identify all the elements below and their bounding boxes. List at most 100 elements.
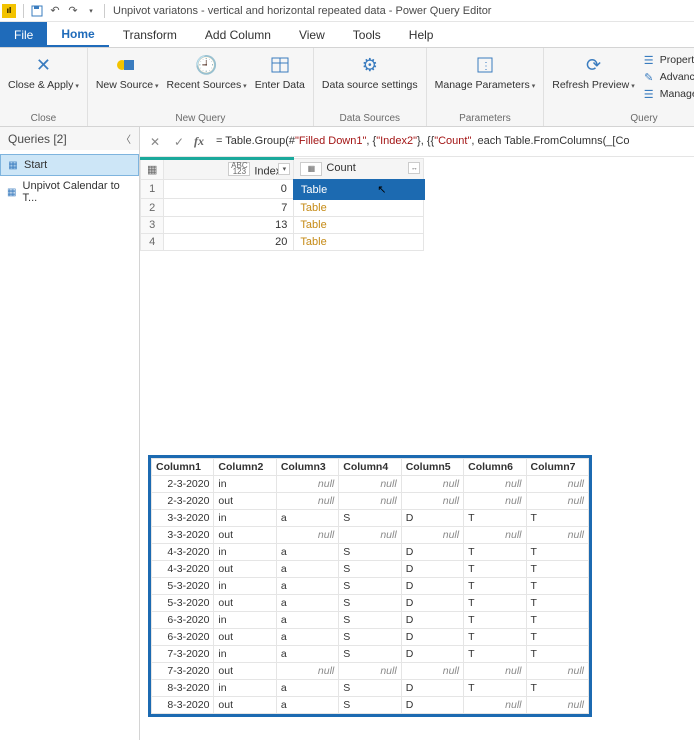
preview-cell[interactable]: T xyxy=(464,595,526,612)
preview-cell[interactable]: D xyxy=(401,612,463,629)
preview-cell[interactable]: null xyxy=(464,527,526,544)
preview-cell[interactable]: null xyxy=(276,493,338,510)
preview-cell[interactable]: T xyxy=(464,629,526,646)
filter-dropdown-icon[interactable]: ▾ xyxy=(278,163,290,175)
preview-cell[interactable]: out xyxy=(214,663,276,680)
preview-cell[interactable]: a xyxy=(276,578,338,595)
preview-cell[interactable]: out xyxy=(214,493,276,510)
preview-column-header[interactable]: Column6 xyxy=(464,459,526,476)
preview-cell[interactable]: T xyxy=(526,680,588,697)
preview-cell[interactable]: null xyxy=(339,476,401,493)
preview-cell[interactable]: in xyxy=(214,646,276,663)
preview-cell[interactable]: S xyxy=(339,646,401,663)
preview-row[interactable]: 4-3-2020inaSDTT xyxy=(152,544,589,561)
cell-table-link[interactable]: Table xyxy=(294,216,424,233)
queries-header[interactable]: Queries [2]〈 xyxy=(0,127,139,150)
preview-cell[interactable]: out xyxy=(214,697,276,714)
preview-cell[interactable]: a xyxy=(276,561,338,578)
type-any-icon[interactable]: ABC 123 xyxy=(228,162,250,176)
refresh-preview-button[interactable]: ⟳Refresh Preview xyxy=(548,50,639,93)
preview-row[interactable]: 8-3-2020inaSDTT xyxy=(152,680,589,697)
recent-sources-button[interactable]: 🕘Recent Sources xyxy=(163,50,251,93)
table-row[interactable]: 313Table xyxy=(141,216,424,233)
preview-cell[interactable]: out xyxy=(214,595,276,612)
preview-cell[interactable]: a xyxy=(276,629,338,646)
preview-cell[interactable]: a xyxy=(276,612,338,629)
preview-cell[interactable]: S xyxy=(339,680,401,697)
preview-cell[interactable]: in xyxy=(214,476,276,493)
preview-cell[interactable]: a xyxy=(276,595,338,612)
collapse-icon[interactable]: 〈 xyxy=(121,131,131,146)
preview-cell[interactable]: D xyxy=(401,561,463,578)
preview-cell[interactable]: null xyxy=(464,663,526,680)
manage-parameters-button[interactable]: ⋮Manage Parameters xyxy=(431,50,540,93)
expand-icon[interactable]: ↔ xyxy=(408,162,420,174)
data-source-settings-button[interactable]: ⚙Data source settings xyxy=(318,50,422,93)
preview-cell[interactable]: 2-3-2020 xyxy=(152,476,214,493)
preview-cell[interactable]: null xyxy=(276,527,338,544)
preview-column-header[interactable]: Column2 xyxy=(214,459,276,476)
preview-cell[interactable]: a xyxy=(276,697,338,714)
preview-cell[interactable]: 7-3-2020 xyxy=(152,646,214,663)
cell-index[interactable]: 7 xyxy=(164,199,294,217)
new-source-button[interactable]: New Source xyxy=(92,50,163,93)
preview-column-header[interactable]: Column1 xyxy=(152,459,214,476)
preview-row[interactable]: 3-3-2020outnullnullnullnullnull xyxy=(152,527,589,544)
preview-cell[interactable]: T xyxy=(464,612,526,629)
preview-cell[interactable]: null xyxy=(526,527,588,544)
preview-row[interactable]: 7-3-2020inaSDTT xyxy=(152,646,589,663)
preview-cell[interactable]: S xyxy=(339,561,401,578)
preview-cell[interactable]: T xyxy=(526,595,588,612)
preview-row[interactable]: 4-3-2020outaSDTT xyxy=(152,561,589,578)
preview-cell[interactable]: a xyxy=(276,510,338,527)
preview-row[interactable]: 2-3-2020innullnullnullnullnull xyxy=(152,476,589,493)
preview-cell[interactable]: null xyxy=(464,476,526,493)
tab-transform[interactable]: Transform xyxy=(109,22,191,47)
preview-cell[interactable]: null xyxy=(526,697,588,714)
preview-cell[interactable]: 8-3-2020 xyxy=(152,680,214,697)
tab-tools[interactable]: Tools xyxy=(339,22,395,47)
preview-column-header[interactable]: Column7 xyxy=(526,459,588,476)
preview-cell[interactable]: out xyxy=(214,629,276,646)
preview-cell[interactable]: S xyxy=(339,544,401,561)
tab-file[interactable]: File xyxy=(0,22,47,47)
preview-cell[interactable]: D xyxy=(401,510,463,527)
preview-cell[interactable]: T xyxy=(464,578,526,595)
preview-cell[interactable]: null xyxy=(401,527,463,544)
type-table-icon[interactable]: ▦ xyxy=(300,162,322,176)
preview-cell[interactable]: 3-3-2020 xyxy=(152,527,214,544)
preview-cell[interactable]: D xyxy=(401,578,463,595)
preview-cell[interactable]: S xyxy=(339,578,401,595)
preview-cell[interactable]: T xyxy=(526,612,588,629)
results-grid[interactable]: ▦ ABC 123Index2▾ ▦Count↔ 1 0 Table↖ 27Ta… xyxy=(140,157,425,251)
tab-help[interactable]: Help xyxy=(395,22,448,47)
preview-cell[interactable]: out xyxy=(214,527,276,544)
preview-cell[interactable]: 7-3-2020 xyxy=(152,663,214,680)
preview-cell[interactable]: in xyxy=(214,544,276,561)
preview-cell[interactable]: S xyxy=(339,612,401,629)
preview-cell[interactable]: null xyxy=(339,527,401,544)
query-item-unpivot[interactable]: ▦Unpivot Calendar to T... xyxy=(0,176,139,208)
preview-cell[interactable]: in xyxy=(214,510,276,527)
preview-cell[interactable]: D xyxy=(401,697,463,714)
column-header-count[interactable]: ▦Count↔ xyxy=(294,159,424,180)
preview-cell[interactable]: a xyxy=(276,544,338,561)
preview-cell[interactable]: 2-3-2020 xyxy=(152,493,214,510)
close-apply-button[interactable]: ✕ Close & Apply xyxy=(4,50,83,93)
preview-cell[interactable]: T xyxy=(526,578,588,595)
preview-cell[interactable]: in xyxy=(214,578,276,595)
preview-row[interactable]: 6-3-2020inaSDTT xyxy=(152,612,589,629)
preview-cell[interactable]: T xyxy=(526,510,588,527)
preview-cell[interactable]: D xyxy=(401,595,463,612)
preview-cell[interactable]: 4-3-2020 xyxy=(152,561,214,578)
preview-cell[interactable]: T xyxy=(464,510,526,527)
preview-cell[interactable]: T xyxy=(464,680,526,697)
preview-cell[interactable]: 6-3-2020 xyxy=(152,612,214,629)
preview-cell[interactable]: T xyxy=(464,561,526,578)
cell-table-link[interactable]: Table xyxy=(294,233,424,250)
preview-cell[interactable]: 5-3-2020 xyxy=(152,578,214,595)
enter-data-button[interactable]: Enter Data xyxy=(251,50,309,93)
preview-column-header[interactable]: Column4 xyxy=(339,459,401,476)
preview-cell[interactable]: null xyxy=(339,663,401,680)
cell-table-link[interactable]: Table xyxy=(294,199,424,217)
